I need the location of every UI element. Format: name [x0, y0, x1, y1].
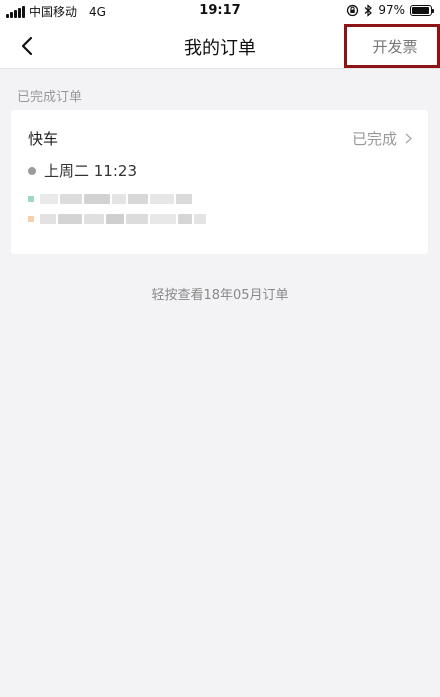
start-dot-icon: [28, 196, 34, 202]
battery-percent-label: 97%: [378, 3, 405, 17]
order-status-label: 已完成: [351, 130, 397, 148]
invoice-button-label: 开发票: [372, 37, 418, 56]
lock-rotation-icon: [347, 4, 359, 16]
end-dot-icon: [28, 216, 34, 222]
invoice-button[interactable]: 开发票: [344, 24, 440, 68]
order-status: 已完成: [352, 128, 412, 149]
end-address-redacted: [28, 214, 206, 224]
nav-bar: 我的订单 开发票: [0, 24, 440, 69]
redacted-text: [40, 194, 192, 204]
order-time-row: 上周二 11:23: [28, 160, 137, 181]
orders-page: 中国移动 4G 19:17 97% 我的订单 开发票 已完成订单 快车 已完成 …: [0, 0, 440, 697]
battery-icon: [410, 4, 434, 16]
status-right: 97%: [346, 3, 434, 17]
start-address-redacted: [28, 194, 192, 204]
redacted-text: [40, 214, 206, 224]
load-previous-month-link[interactable]: 轻按查看18年05月订单: [0, 284, 440, 303]
bluetooth-icon: [364, 3, 373, 17]
status-bar: 中国移动 4G 19:17 97%: [0, 0, 440, 24]
battery-fill: [412, 6, 429, 14]
clock-dot-icon: [28, 166, 36, 175]
order-card[interactable]: 快车 已完成 上周二 11:23: [11, 110, 428, 254]
order-time-label: 上周二 11:23: [44, 162, 137, 180]
section-title: 已完成订单: [17, 90, 83, 105]
chevron-right-icon: [405, 133, 412, 144]
ride-type-label: 快车: [28, 130, 59, 148]
